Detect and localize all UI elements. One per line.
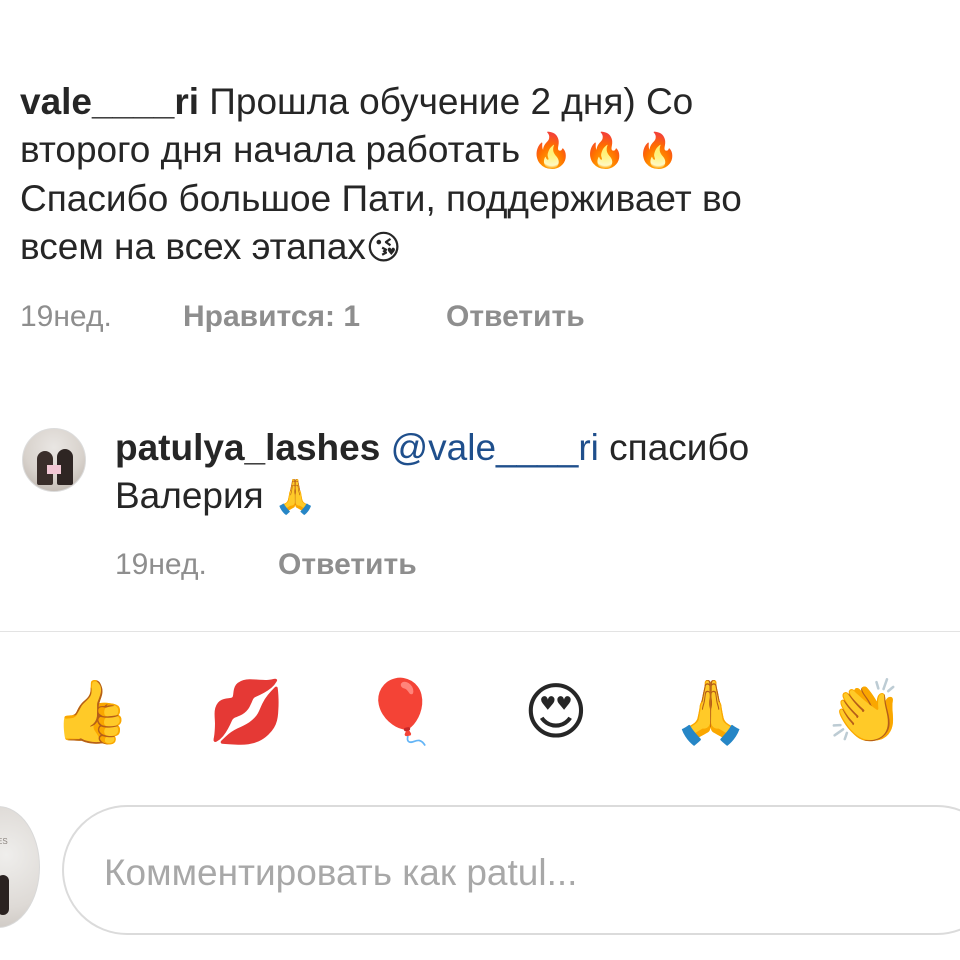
comment-body-line2: Валерия (115, 475, 264, 516)
divider (0, 631, 960, 632)
comment-meta: 19нед. (20, 300, 112, 334)
mention-link[interactable]: @vale____ri (391, 427, 599, 468)
heart-eyes-icon[interactable]: 😍 (516, 672, 596, 752)
clapping-hands-icon[interactable]: 👏 (826, 672, 906, 752)
balloon-icon[interactable]: 🎈 (361, 672, 441, 752)
comment-body-line4: всем на всех этапах (20, 226, 366, 267)
folded-hands-icon[interactable]: 🙏 (671, 672, 751, 752)
comment-body-line1: спасибо (609, 427, 750, 468)
comment-item: vale____ri Прошла обучение 2 дня) Со втор… (20, 78, 920, 272)
comment-time: 19нед. (20, 300, 112, 333)
current-user-avatar[interactable]: ES (0, 806, 40, 928)
folded-hands-emoji-icon: 🙏 (274, 477, 317, 517)
comment-text: patulya_lashes @vale____ri спасибо Валери… (115, 424, 915, 521)
comment-input-box[interactable] (62, 805, 960, 935)
thumbs-up-icon[interactable]: 👍 (52, 672, 132, 752)
comment-text: vale____ri Прошла обучение 2 дня) Со втор… (20, 78, 920, 272)
comment-username[interactable]: patulya_lashes (115, 427, 380, 468)
fire-emoji-icon: 🔥 🔥 🔥 (530, 131, 680, 171)
comment-likes-wrap: Нравится: 1 (183, 300, 360, 334)
comment-input[interactable] (102, 847, 946, 899)
comments-screen: vale____ri Прошла обучение 2 дня) Со втор… (0, 0, 960, 960)
reply-wrap: Ответить (446, 300, 585, 334)
reply-wrap: Ответить (278, 548, 417, 582)
comment-username[interactable]: vale____ri (20, 81, 199, 122)
avatar[interactable] (22, 428, 86, 492)
comment-meta: 19нед. (115, 548, 207, 582)
kissing-face-emoji-icon: 😘 (365, 228, 402, 268)
reply-button[interactable]: Ответить (446, 300, 585, 333)
comment-body-line2: второго дня начала работать (20, 129, 521, 170)
reply-comment-item: patulya_lashes @vale____ri спасибо Валери… (115, 424, 915, 521)
comment-time: 19нед. (115, 548, 207, 581)
likes-count-button[interactable]: Нравится: 1 (183, 300, 360, 333)
reply-button[interactable]: Ответить (278, 548, 417, 581)
comment-body-line3: Спасибо большое Пати, поддерживает во (20, 178, 742, 219)
kiss-mark-icon[interactable]: 💋 (207, 672, 287, 752)
comment-body-line1: Прошла обучение 2 дня) Со (209, 81, 694, 122)
